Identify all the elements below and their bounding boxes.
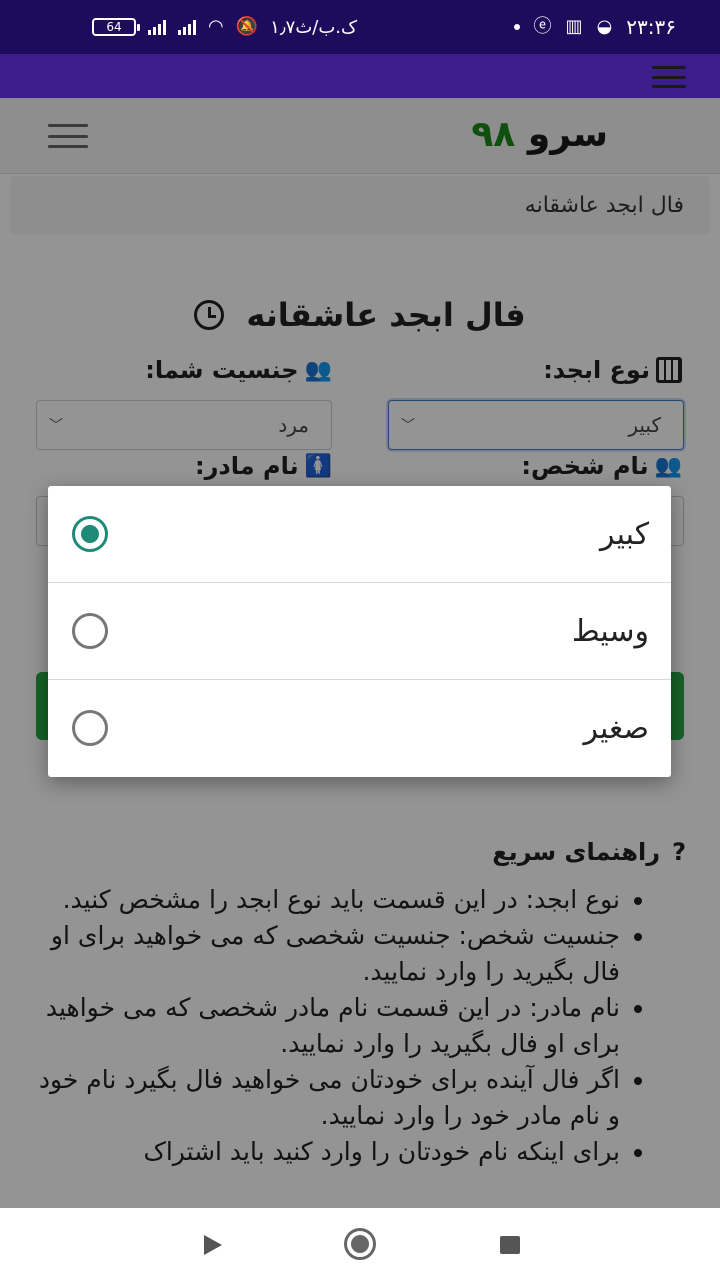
battery-icon: 64 [92,18,140,36]
status-bar: 64 ◠ 🔕 ۱٫۷ک.ب/ث ⓔ ▥ ◒ ۲۳:۳۶ [0,0,720,54]
option-kabir[interactable]: کبیر [48,486,671,583]
radio-selected-icon[interactable] [72,516,108,552]
option-vasit[interactable]: وسیط [48,583,671,680]
abjad-type-dialog: کبیر وسیط صغیر [48,486,671,777]
clock-time: ۲۳:۳۶ [626,15,676,39]
edge-icon: ⓔ [533,16,552,37]
home-icon[interactable] [344,1228,376,1260]
wifi-icon: ◠ [208,16,224,37]
recent-apps-icon[interactable] [500,1236,520,1254]
app-bar [0,54,720,98]
trash-icon: ▥ [565,16,583,37]
option-label: وسیط [571,613,649,649]
radio-unselected-icon[interactable] [72,613,108,649]
mute-icon: 🔕 [235,16,259,37]
option-saghir[interactable]: صغیر [48,680,671,777]
basket-icon: ◒ [596,16,613,37]
network-speed: ۱٫۷ک.ب/ث [270,16,358,38]
status-left-icons: 64 ◠ 🔕 ۱٫۷ک.ب/ث [92,14,357,40]
status-right-icons: ⓔ ▥ ◒ ۲۳:۳۶ [513,14,676,40]
app-menu-icon[interactable] [652,66,686,88]
signal-icon-2 [178,19,196,35]
radio-unselected-icon[interactable] [72,710,108,746]
notification-dot-icon [513,24,520,30]
option-label: کبیر [600,516,649,552]
option-label: صغیر [583,711,649,746]
back-icon[interactable] [204,1235,222,1255]
signal-icon [148,19,166,35]
battery-level: 64 [106,20,122,34]
